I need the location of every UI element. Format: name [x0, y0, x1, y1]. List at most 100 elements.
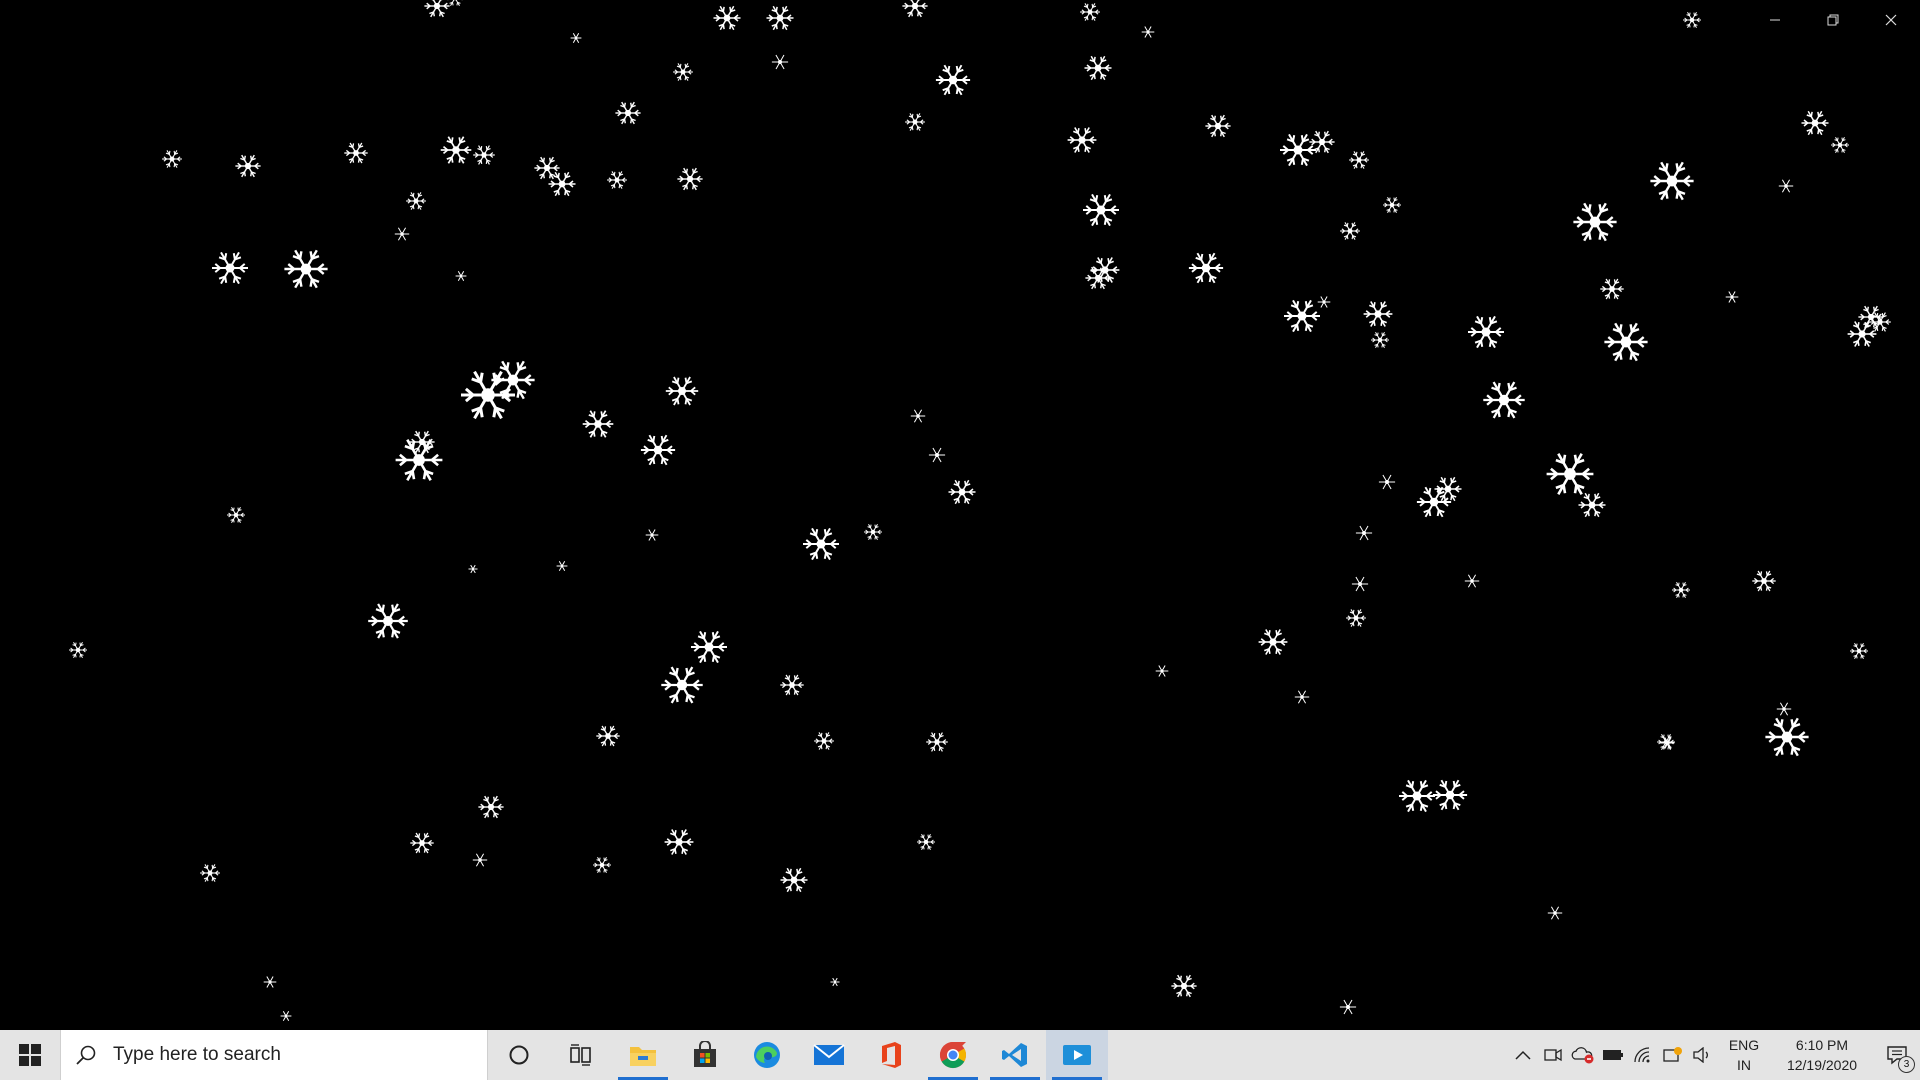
snowflake [556, 561, 568, 571]
snowflake [1205, 114, 1231, 138]
window-controls [1746, 0, 1920, 40]
notification-count-badge: 3 [1898, 1056, 1915, 1073]
taskbar-app-media-player[interactable] [1046, 1030, 1108, 1080]
search-box[interactable] [60, 1030, 488, 1080]
snowflake [1600, 278, 1624, 300]
meet-now-button[interactable] [1538, 1030, 1568, 1080]
snowflake [344, 142, 368, 164]
close-icon [1885, 14, 1897, 26]
taskbar-app-edge[interactable] [736, 1030, 798, 1080]
language-region: IN [1737, 1057, 1751, 1073]
snowflake [406, 192, 426, 210]
snowflake [1547, 906, 1563, 920]
snowflake [607, 171, 627, 189]
search-input[interactable] [111, 1043, 475, 1067]
cortana-button[interactable] [488, 1030, 550, 1080]
snowflake [1650, 161, 1694, 201]
battery-button[interactable] [1598, 1030, 1628, 1080]
snowflake [1280, 133, 1316, 167]
snowflake [424, 0, 450, 18]
show-hidden-icons-button[interactable] [1508, 1030, 1538, 1080]
snowflake [1468, 315, 1504, 349]
snowflake [284, 249, 328, 289]
snowflake [1399, 779, 1435, 813]
mail-icon [813, 1044, 845, 1065]
action-center-button[interactable]: 3 [1874, 1030, 1920, 1080]
snowflake [1141, 26, 1155, 38]
snowflake [1346, 609, 1366, 627]
snowflake [1765, 717, 1809, 757]
chevron-up-icon [1515, 1050, 1531, 1060]
snowflake [640, 434, 676, 466]
snowflake [1672, 581, 1690, 599]
snowflake [1340, 222, 1360, 240]
snowflake [803, 527, 839, 561]
snowflake [162, 150, 182, 168]
volume-icon [1693, 1047, 1708, 1063]
taskbar-app-microsoft-store[interactable] [674, 1030, 736, 1080]
snowflake [928, 447, 946, 463]
snowflake [468, 564, 478, 574]
snowflake [1573, 202, 1617, 242]
restore-button[interactable] [1804, 0, 1862, 40]
snowflake [473, 145, 495, 165]
snowflake [917, 833, 935, 851]
snowflake [615, 101, 641, 125]
snowflake [280, 1011, 292, 1021]
task-view-button[interactable] [550, 1030, 612, 1080]
snowflake [664, 829, 694, 855]
taskbar-app-vscode[interactable] [984, 1030, 1046, 1080]
chrome-icon [939, 1041, 967, 1069]
minimize-button[interactable] [1746, 0, 1804, 40]
snowflake [593, 856, 611, 874]
snowflake [1483, 381, 1525, 419]
battery-icon [1603, 1050, 1623, 1060]
taskbar-app-office[interactable] [860, 1030, 922, 1080]
snowflake [368, 603, 408, 639]
input-language[interactable]: ENG IN [1718, 1035, 1770, 1075]
snowflake [926, 732, 948, 752]
snowflake [713, 5, 741, 31]
windows-logo-icon [19, 1044, 41, 1066]
location-icon [1663, 1047, 1682, 1062]
taskbar-app-file-explorer[interactable] [612, 1030, 674, 1080]
snowflake [677, 167, 703, 191]
snowflake [771, 54, 789, 70]
start-button[interactable] [0, 1030, 60, 1080]
clock[interactable]: 6:10 PM 12/19/2020 [1770, 1035, 1874, 1075]
location-button[interactable] [1658, 1030, 1688, 1080]
store-bag-icon [694, 1041, 716, 1067]
volume-button[interactable] [1688, 1030, 1718, 1080]
taskbar-app-mail[interactable] [798, 1030, 860, 1080]
close-button[interactable] [1862, 0, 1920, 40]
snowflake [394, 227, 410, 241]
snowflake [1850, 642, 1868, 660]
snowflake [534, 156, 560, 180]
network-button[interactable] [1628, 1030, 1658, 1080]
snowflake [1801, 110, 1829, 136]
clock-time: 6:10 PM [1795, 1037, 1849, 1053]
snowflake [1776, 702, 1792, 716]
snowflake [570, 33, 582, 43]
snowflake [1578, 492, 1606, 518]
taskbar-app-chrome[interactable] [922, 1030, 984, 1080]
taskbar: ENG IN 6:10 PM 12/19/2020 3 [0, 1030, 1920, 1080]
vscode-icon [1002, 1043, 1027, 1067]
snowflake [948, 479, 976, 505]
snowflake [910, 409, 926, 423]
snowflake [661, 666, 703, 704]
snowflake [1371, 331, 1389, 349]
snowflake [905, 113, 925, 131]
snowflake [1683, 11, 1701, 29]
snowflake [1339, 999, 1357, 1015]
snowflake [410, 832, 434, 854]
snowflake [1432, 779, 1468, 811]
snowflake [472, 853, 488, 867]
snowflake [1378, 474, 1396, 490]
snowflake [1317, 296, 1331, 308]
snowflake [440, 136, 472, 164]
onedrive-button[interactable] [1568, 1030, 1598, 1080]
snowflake [645, 529, 659, 541]
folder-icon [630, 1047, 656, 1066]
snowflake [766, 5, 794, 31]
